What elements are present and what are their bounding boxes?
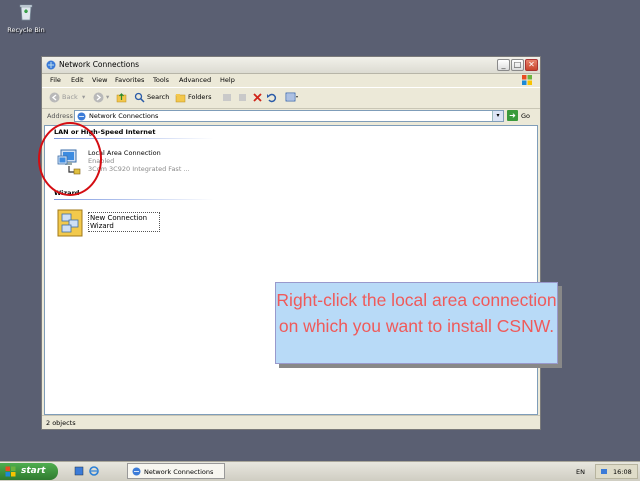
folders-button[interactable]: Folders [188, 93, 211, 101]
menu-edit[interactable]: Edit [71, 76, 84, 84]
local-area-connection[interactable]: Local Area Connection Enabled 3Com 3C920… [88, 149, 190, 173]
status-bar: 2 objects [42, 415, 540, 429]
recycle-bin[interactable]: Recycle Bin [4, 2, 48, 34]
file-view: LAN or High-Speed Internet Local Area Co… [44, 125, 538, 415]
recycle-bin-label: Recycle Bin [7, 26, 45, 34]
menu-help[interactable]: Help [220, 76, 235, 84]
address-field[interactable]: Network Connections ▾ [74, 110, 504, 122]
menu-advanced[interactable]: Advanced [179, 76, 211, 84]
title-bar[interactable]: Network Connections _ □ ✕ [42, 57, 540, 74]
taskbar: start Network Connections EN 16:08 [0, 461, 640, 481]
status-text: 2 objects [46, 419, 76, 427]
network-connections-window: Network Connections _ □ ✕ File Edit View… [41, 56, 541, 430]
toolbar: Back ▾ ▾ Search Folders [42, 87, 540, 109]
search-icon[interactable] [134, 92, 145, 103]
menu-favorites[interactable]: Favorites [115, 76, 144, 84]
address-label: Address [47, 112, 73, 120]
maximize-button[interactable]: □ [511, 59, 524, 71]
taskbar-button-network-connections[interactable]: Network Connections [127, 463, 225, 479]
connection-name: Local Area Connection [88, 149, 161, 157]
views-icon[interactable] [285, 92, 299, 103]
back-dropdown-icon[interactable]: ▾ [82, 93, 85, 101]
wizard-label: New Connection Wizard [90, 214, 148, 230]
move-to-icon[interactable] [222, 92, 233, 103]
menu-tools[interactable]: Tools [153, 76, 169, 84]
back-arrow-icon[interactable] [49, 92, 60, 103]
window-title: Network Connections [59, 60, 140, 69]
up-folder-icon[interactable] [116, 92, 127, 103]
windows-flag-icon [5, 466, 16, 477]
internet-explorer-icon[interactable] [89, 466, 99, 476]
new-connection-wizard-icon[interactable] [56, 208, 84, 238]
connection-device: 3Com 3C920 Integrated Fast ... [88, 165, 190, 173]
start-button[interactable]: start [0, 463, 58, 480]
start-label: start [21, 466, 46, 476]
copy-to-icon[interactable] [237, 92, 248, 103]
clock: 16:08 [613, 468, 632, 476]
menu-file[interactable]: File [50, 76, 61, 84]
instruction-callout: Right-click the local area connection on… [275, 282, 558, 364]
address-dropdown-icon[interactable]: ▾ [492, 111, 503, 121]
back-button[interactable]: Back [62, 93, 78, 101]
connection-status: Enabled [88, 157, 115, 165]
minimize-button[interactable]: _ [497, 59, 510, 71]
address-value: Network Connections [89, 112, 159, 120]
delete-icon[interactable] [252, 92, 263, 103]
system-tray: 16:08 [595, 464, 638, 479]
language-indicator[interactable]: EN [576, 468, 585, 476]
task-label: Network Connections [144, 468, 214, 476]
address-bar: Address Network Connections ▾ ➜ Go [42, 108, 540, 125]
folders-icon[interactable] [175, 92, 186, 103]
show-desktop-icon[interactable] [74, 466, 84, 476]
network-connections-task-icon [132, 467, 141, 476]
undo-icon[interactable] [266, 92, 277, 103]
forward-dropdown-icon[interactable]: ▾ [106, 93, 109, 101]
windows-logo-icon [520, 74, 534, 86]
group-divider [54, 199, 214, 200]
highlight-ellipse [38, 122, 102, 196]
menu-view[interactable]: View [92, 76, 107, 84]
recycle-bin-icon [16, 2, 36, 22]
new-connection-wizard[interactable]: New Connection Wizard [88, 212, 160, 232]
go-label: Go [521, 111, 531, 120]
forward-arrow-icon[interactable] [93, 92, 104, 103]
network-connections-icon [77, 112, 86, 121]
search-button[interactable]: Search [147, 93, 169, 101]
go-arrow-icon: ➜ [507, 110, 518, 121]
network-folder-icon [46, 60, 56, 70]
network-tray-icon[interactable] [600, 468, 608, 476]
go-button[interactable]: ➜ Go [507, 110, 530, 121]
close-button[interactable]: ✕ [525, 59, 538, 71]
menu-bar: File Edit View Favorites Tools Advanced … [42, 74, 540, 86]
